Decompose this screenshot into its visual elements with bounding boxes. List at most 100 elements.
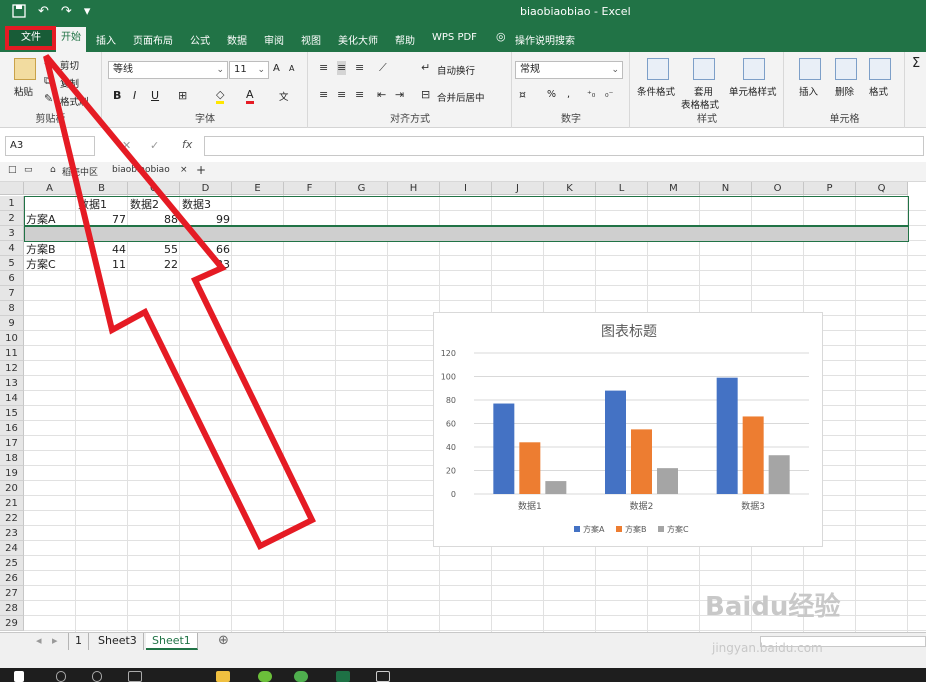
insert-cells-button[interactable]: 插入 xyxy=(799,84,818,98)
align-bottom-icon[interactable]: ≡ xyxy=(355,61,364,75)
column-header-c[interactable]: C xyxy=(128,182,180,195)
row-header-25[interactable]: 25 xyxy=(0,556,24,571)
tab-insert[interactable]: 插入 xyxy=(96,32,116,47)
cell-A4[interactable]: 方案B xyxy=(24,242,76,257)
worksheet-grid[interactable]: ABCDEFGHIJKLMNOPQ 1 2 3 4 5 6 7 8 9 10 11 12 13 14 15 1… xyxy=(0,182,926,632)
format-painter-button[interactable]: 格式刷 xyxy=(60,94,89,108)
sheet-tab-sheet3[interactable]: Sheet3 xyxy=(92,633,144,650)
decrease-decimal-icon[interactable]: ₀⁻ xyxy=(605,88,613,102)
row-header-20[interactable]: 20 xyxy=(0,481,24,496)
tab-home[interactable]: 开始 xyxy=(56,27,86,52)
tab-review[interactable]: 审阅 xyxy=(264,32,284,47)
column-header-i[interactable]: I xyxy=(440,182,492,195)
align-top-icon[interactable]: ≡ xyxy=(319,61,328,75)
row-header-5[interactable]: 5 xyxy=(0,256,24,271)
tab-formulas[interactable]: 公式 xyxy=(190,32,210,47)
column-header-h[interactable]: H xyxy=(388,182,440,195)
align-right-icon[interactable]: ≡ xyxy=(355,88,364,102)
shrink-font-button[interactable]: A xyxy=(289,64,294,73)
fill-color-icon[interactable]: ◇ xyxy=(216,88,225,104)
table-format-button-line2[interactable]: 表格格式 xyxy=(681,97,719,111)
row-header-7[interactable]: 7 xyxy=(0,286,24,301)
cancel-icon[interactable]: ✕ xyxy=(122,139,131,152)
tab-view[interactable]: 视图 xyxy=(301,32,321,47)
grow-font-button[interactable]: A xyxy=(273,63,280,74)
row-header-6[interactable]: 6 xyxy=(0,271,24,286)
cell-D4[interactable]: 66 xyxy=(180,242,232,257)
cortana-icon[interactable] xyxy=(92,671,102,682)
tab-help[interactable]: 帮助 xyxy=(395,32,415,47)
row-header-11[interactable]: 11 xyxy=(0,346,24,361)
enter-icon[interactable]: ✓ xyxy=(150,139,159,152)
select-all-button[interactable] xyxy=(0,182,24,195)
column-header-l[interactable]: L xyxy=(596,182,648,195)
column-header-f[interactable]: F xyxy=(284,182,336,195)
chart-title[interactable]: 图表标题 xyxy=(601,324,657,340)
row-header-8[interactable]: 8 xyxy=(0,301,24,316)
sheet-nav-next[interactable]: ▸ xyxy=(46,633,64,650)
column-header-g[interactable]: G xyxy=(336,182,388,195)
column-header-e[interactable]: E xyxy=(232,182,284,195)
add-sheet-button[interactable]: ⊕ xyxy=(212,633,235,650)
cell-A2[interactable]: 方案A xyxy=(24,212,76,227)
percent-button[interactable]: % xyxy=(547,89,556,100)
browser-icon[interactable] xyxy=(258,671,272,682)
cell-D2[interactable]: 99 xyxy=(180,212,232,227)
row-header-24[interactable]: 24 xyxy=(0,541,24,556)
row-header-23[interactable]: 23 xyxy=(0,526,24,541)
sheet-nav-prev[interactable]: ◂ xyxy=(30,633,48,650)
font-size-combo[interactable]: 11 ⌄ xyxy=(229,61,269,79)
formula-input[interactable] xyxy=(204,136,924,156)
cell-C2[interactable]: 88 xyxy=(128,212,180,227)
autosum-button[interactable]: Σ xyxy=(912,56,920,71)
cut-button[interactable]: 剪切 xyxy=(60,58,79,72)
sheet-tab-1[interactable]: 1 xyxy=(68,633,89,650)
row-header-21[interactable]: 21 xyxy=(0,496,24,511)
align-center-icon[interactable]: ≡ xyxy=(337,88,346,102)
redo-button[interactable]: ↷ xyxy=(61,4,72,23)
increase-decimal-icon[interactable]: ⁺₀ xyxy=(587,88,595,102)
tell-me-search[interactable]: 操作说明搜索 xyxy=(515,32,575,47)
font-name-combo[interactable]: 等线 ⌄ xyxy=(108,61,228,79)
conditional-format-button[interactable]: 条件格式 xyxy=(637,84,675,98)
add-tab-button[interactable]: + xyxy=(196,163,206,177)
selected-row-3[interactable] xyxy=(24,226,909,242)
copy-button[interactable]: 复制 xyxy=(60,76,79,90)
row-header-28[interactable]: 28 xyxy=(0,601,24,616)
paste-button[interactable]: 粘贴 xyxy=(14,84,33,98)
number-format-combo[interactable]: 常规 ⌄ xyxy=(515,61,623,79)
column-header-d[interactable]: D xyxy=(180,182,232,195)
tab-data[interactable]: 数据 xyxy=(227,32,247,47)
column-header-k[interactable]: K xyxy=(544,182,596,195)
cell-D1[interactable]: 数据3 xyxy=(180,197,232,212)
cell-B2[interactable]: 77 xyxy=(76,212,128,227)
row-header-2[interactable]: 2 xyxy=(0,211,24,226)
undo-button[interactable]: ↶ xyxy=(38,4,49,23)
font-color-button[interactable]: A xyxy=(246,88,254,104)
row-header-29[interactable]: 29 xyxy=(0,616,24,631)
sheet-tab-sheet1[interactable]: Sheet1 xyxy=(146,633,198,650)
name-box[interactable]: A3 xyxy=(5,136,95,156)
border-icon[interactable]: ⊞ xyxy=(178,89,187,103)
wrap-text-button[interactable]: 自动换行 xyxy=(437,63,475,77)
row-header-15[interactable]: 15 xyxy=(0,406,24,421)
start-icon[interactable] xyxy=(14,671,24,682)
row-header-13[interactable]: 13 xyxy=(0,376,24,391)
column-header-m[interactable]: M xyxy=(648,182,700,195)
tab-page-layout[interactable]: 页面布局 xyxy=(133,32,173,47)
row-header-27[interactable]: 27 xyxy=(0,586,24,601)
column-header-q[interactable]: Q xyxy=(856,182,908,195)
app-window-icon[interactable] xyxy=(376,671,390,682)
app-icon[interactable] xyxy=(294,671,308,682)
decrease-indent-icon[interactable]: ⇤ xyxy=(377,88,386,102)
merge-center-button[interactable]: 合并后居中 xyxy=(437,90,485,104)
underline-button[interactable]: U xyxy=(151,89,159,102)
file-explorer-icon[interactable] xyxy=(216,671,230,682)
row-header-12[interactable]: 12 xyxy=(0,361,24,376)
column-header-n[interactable]: N xyxy=(700,182,752,195)
row-header-22[interactable]: 22 xyxy=(0,511,24,526)
row-header-17[interactable]: 17 xyxy=(0,436,24,451)
align-middle-icon[interactable]: ≡ xyxy=(337,61,347,75)
save-icon[interactable] xyxy=(12,4,26,23)
cell-B1[interactable]: 数据1 xyxy=(76,197,128,212)
